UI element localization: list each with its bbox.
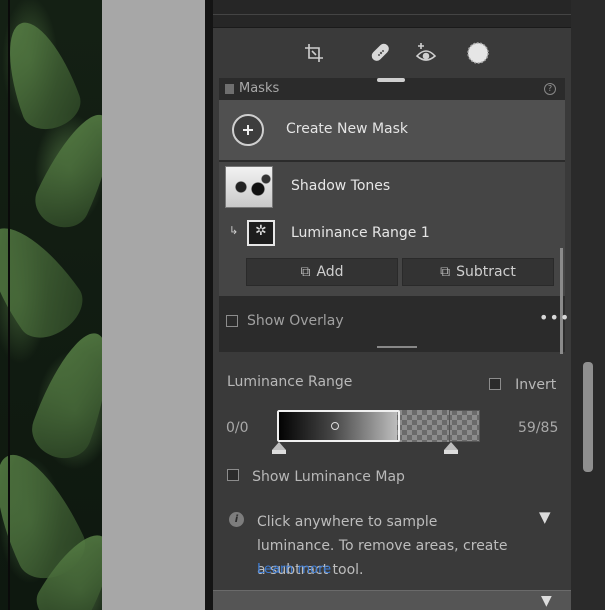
luminance-range-title: Luminance Range: [227, 374, 353, 390]
next-panel-header[interactable]: ▼: [213, 590, 571, 610]
masks-title: Masks: [239, 81, 280, 96]
panel-toggle-icon[interactable]: [225, 84, 234, 94]
luminance-range-section: Luminance Range Invert 0/0 59/85 Show Lu…: [213, 354, 571, 590]
panel-gutter: [205, 0, 213, 610]
drag-handle[interactable]: [377, 78, 405, 82]
submask-arrow-icon: ↳: [229, 224, 239, 237]
canvas-background: [102, 0, 205, 610]
invert-toggle[interactable]: Invert: [489, 374, 556, 393]
show-overlay-label: Show Overlay: [247, 313, 344, 329]
chevron-down-icon[interactable]: ▼: [541, 593, 552, 609]
submask-name[interactable]: Luminance Range 1: [291, 225, 430, 241]
subtract-label: Subtract: [456, 264, 516, 280]
subtract-button[interactable]: ⧉ Subtract: [402, 258, 554, 286]
range-left-value: 0/0: [226, 420, 249, 436]
range-midpoint-handle[interactable]: [331, 422, 339, 430]
panel-top-strip: [213, 0, 571, 28]
tool-strip: [213, 28, 571, 78]
mask-list: Shadow Tones ↳ Luminance Range 1 ⧉ Add ⧉…: [219, 162, 565, 378]
mask-name[interactable]: Shadow Tones: [291, 178, 390, 194]
show-luminance-map-checkbox[interactable]: [227, 469, 239, 481]
masking-icon[interactable]: [465, 40, 491, 66]
submask-thumbnail[interactable]: [247, 220, 275, 246]
create-new-mask-button[interactable]: Create New Mask: [219, 100, 565, 160]
more-options-icon[interactable]: •••: [539, 308, 570, 327]
invert-checkbox[interactable]: [489, 378, 501, 390]
help-icon[interactable]: ?: [544, 83, 556, 95]
range-left-handle[interactable]: [272, 442, 286, 454]
show-luminance-map-label: Show Luminance Map: [252, 469, 405, 485]
photo-preview: [0, 0, 102, 610]
show-overlay-row: Show Overlay •••: [219, 308, 569, 332]
range-right-handle[interactable]: [444, 442, 458, 454]
mask-thumbnail[interactable]: [225, 166, 273, 208]
luminance-range-slider[interactable]: [277, 410, 480, 442]
redeye-icon[interactable]: [413, 40, 439, 66]
add-mask-icon: ⧉: [300, 264, 311, 280]
range-right-value: 59/85: [518, 420, 559, 436]
add-button[interactable]: ⧉ Add: [246, 258, 398, 286]
show-overlay-checkbox[interactable]: [226, 315, 238, 327]
invert-label: Invert: [515, 377, 557, 393]
crop-icon[interactable]: [301, 40, 327, 66]
panel-scroll-track: [571, 0, 605, 610]
masking-panel: Masks ? Create New Mask Shadow Tones ↳ L…: [213, 0, 571, 610]
subtract-mask-icon: ⧉: [440, 264, 451, 280]
resize-handle[interactable]: [377, 346, 417, 348]
heal-icon[interactable]: [368, 40, 394, 66]
collapse-info-icon[interactable]: ▼: [539, 508, 551, 526]
show-luminance-map-row[interactable]: Show Luminance Map: [227, 466, 405, 485]
panel-scrollbar[interactable]: [583, 362, 593, 472]
create-new-mask-label: Create New Mask: [286, 121, 409, 137]
plus-icon[interactable]: [232, 114, 264, 146]
info-icon: i: [229, 512, 244, 527]
masks-header: Masks ?: [219, 78, 565, 100]
masks-panel: Masks ? Create New Mask Shadow Tones ↳ L…: [219, 78, 569, 378]
learn-more-link[interactable]: Learn more: [257, 562, 331, 577]
add-label: Add: [316, 264, 344, 280]
range-falloff-region: [449, 410, 480, 442]
